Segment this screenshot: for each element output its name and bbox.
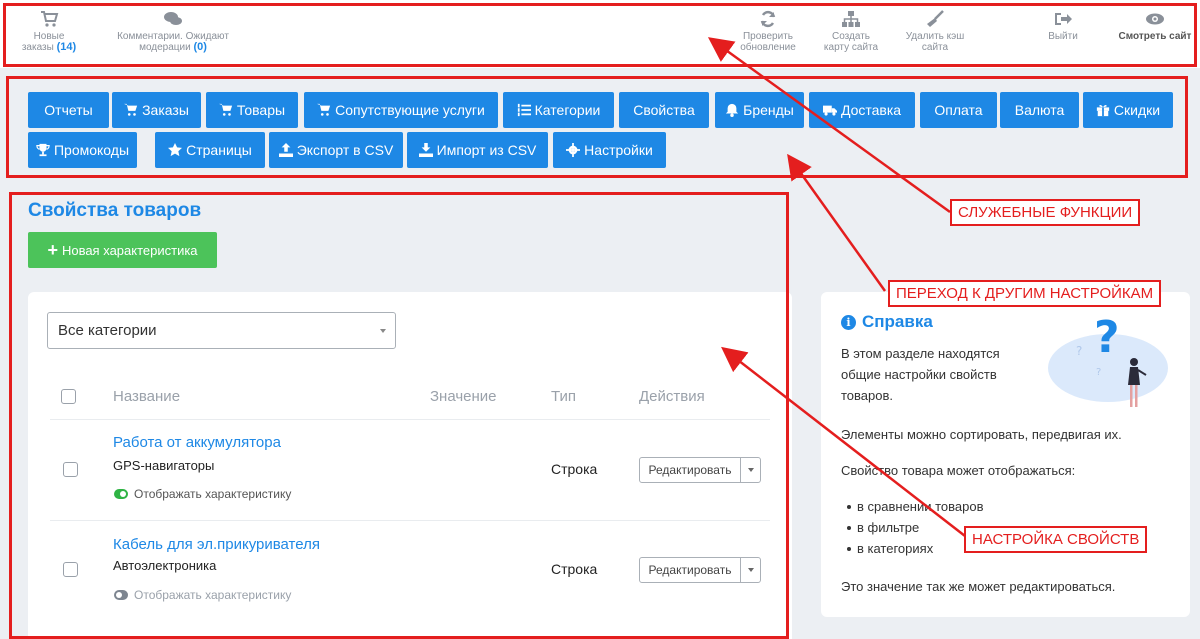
annotation-frame-properties bbox=[9, 192, 789, 639]
svg-text:?: ? bbox=[1076, 344, 1082, 358]
info-icon: i bbox=[841, 314, 856, 330]
svg-text:?: ? bbox=[1094, 312, 1120, 363]
help-paragraph: Свойство товара может отображаться: bbox=[841, 463, 1076, 478]
annotation-frame-topbar bbox=[3, 3, 1197, 67]
annotation-service-functions: СЛУЖЕБНЫЕ ФУНКЦИИ bbox=[950, 199, 1141, 226]
help-paragraph: Элементы можно сортировать, передвигая и… bbox=[841, 427, 1122, 442]
help-card: i Справка ? ? ? В этом разделе находятся… bbox=[821, 292, 1190, 617]
svg-text:?: ? bbox=[1096, 367, 1101, 378]
help-paragraph: В этом разделе находятся общие настройки… bbox=[841, 346, 1000, 403]
annotation-navigation: ПЕРЕХОД К ДРУГИМ НАСТРОЙКАМ bbox=[888, 280, 1162, 307]
help-paragraph: Это значение так же может редактироватьс… bbox=[841, 579, 1116, 594]
annotation-properties-setup: НАСТРОЙКА СВОЙСТВ bbox=[964, 526, 1148, 553]
help-illustration: ? ? ? bbox=[1048, 312, 1168, 407]
help-list-item: в сравнении товаров bbox=[847, 496, 984, 517]
help-title: i Справка bbox=[841, 312, 933, 332]
annotation-frame-nav bbox=[6, 76, 1188, 178]
